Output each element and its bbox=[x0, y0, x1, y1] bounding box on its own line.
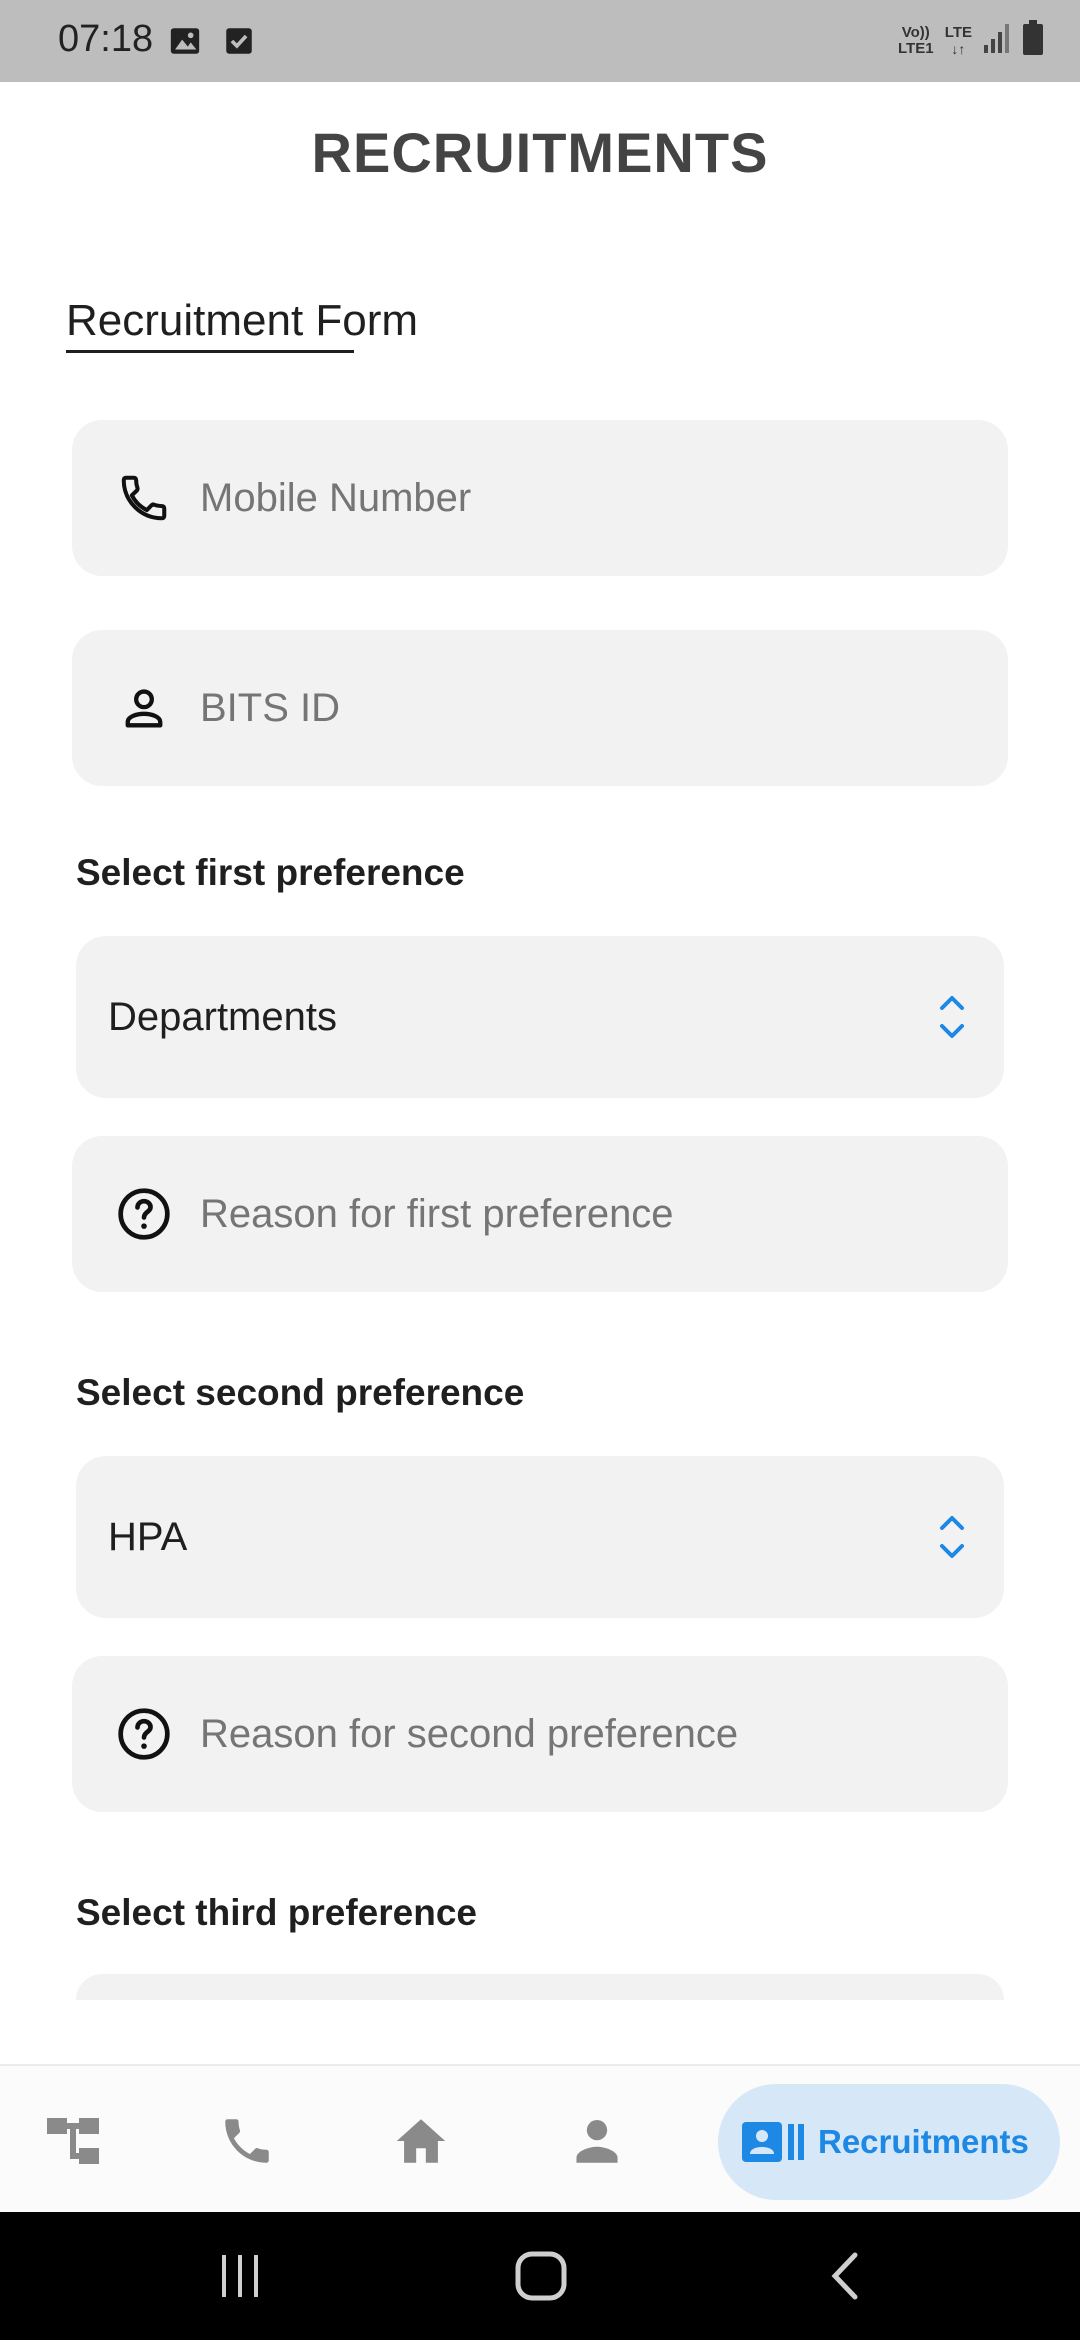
person-icon bbox=[576, 2119, 618, 2163]
contact-card-icon bbox=[742, 2122, 804, 2162]
page-title: RECRUITMENTS bbox=[311, 121, 769, 184]
form-heading: Recruitment Form bbox=[66, 296, 419, 345]
back-icon bbox=[831, 2252, 858, 2300]
second-preference-label: Select second preference bbox=[76, 1372, 525, 1413]
first-preference-label: Select first preference bbox=[76, 852, 465, 893]
nav-profile[interactable] bbox=[562, 2106, 632, 2176]
second-preference-value: HPA bbox=[108, 1515, 188, 1559]
second-reason-input[interactable] bbox=[200, 1656, 978, 1812]
first-preference-value: Departments bbox=[108, 995, 337, 1039]
bits-id-input[interactable] bbox=[200, 630, 978, 786]
help-circle-icon bbox=[114, 1184, 174, 1244]
second-reason-field[interactable] bbox=[72, 1656, 1008, 1812]
person-icon bbox=[114, 678, 174, 738]
home-icon bbox=[396, 2119, 446, 2163]
battery-icon bbox=[1022, 20, 1044, 61]
help-circle-icon bbox=[114, 1704, 174, 1764]
status-notification-icons bbox=[168, 24, 256, 63]
status-time: 07:18 bbox=[58, 18, 154, 60]
home-icon bbox=[515, 2251, 567, 2301]
recents-icon bbox=[222, 2255, 258, 2297]
image-icon bbox=[168, 24, 202, 63]
first-preference-select[interactable]: Departments bbox=[76, 936, 1004, 1098]
bottom-navigation: Recruitments bbox=[0, 2064, 1080, 2212]
chevron-up-down-icon bbox=[940, 996, 964, 1038]
lte-label: LTE ↓↑ bbox=[944, 23, 972, 57]
checkbox-icon bbox=[222, 24, 256, 63]
third-preference-select[interactable] bbox=[76, 1974, 1004, 2000]
phone-icon bbox=[225, 2119, 269, 2163]
nav-contact[interactable] bbox=[212, 2106, 282, 2176]
bits-id-field[interactable] bbox=[72, 630, 1008, 786]
first-reason-input[interactable] bbox=[200, 1136, 978, 1292]
recents-button[interactable] bbox=[212, 2248, 268, 2304]
chevron-up-down-icon bbox=[940, 1516, 964, 1558]
form-heading-underline bbox=[66, 350, 354, 353]
hierarchy-icon bbox=[47, 2118, 99, 2164]
nav-hierarchy[interactable] bbox=[38, 2106, 108, 2176]
mobile-number-input[interactable] bbox=[200, 420, 978, 576]
mobile-number-field[interactable] bbox=[72, 420, 1008, 576]
phone-icon bbox=[114, 468, 174, 528]
status-bar: 07:18 Vo)) LTE1 LTE ↓↑ bbox=[0, 0, 1080, 82]
back-button[interactable] bbox=[820, 2248, 868, 2304]
second-preference-select[interactable]: HPA bbox=[76, 1456, 1004, 1618]
system-navigation-bar bbox=[0, 2212, 1080, 2340]
third-preference-label: Select third preference bbox=[76, 1892, 477, 1933]
signal-icon bbox=[982, 21, 1012, 60]
nav-recruitments[interactable]: Recruitments bbox=[718, 2084, 1060, 2200]
first-reason-field[interactable] bbox=[72, 1136, 1008, 1292]
volte-label: Vo)) LTE1 bbox=[898, 23, 934, 57]
nav-home[interactable] bbox=[386, 2106, 456, 2176]
status-system-icons: Vo)) LTE1 LTE ↓↑ bbox=[897, 20, 1044, 61]
home-button[interactable] bbox=[512, 2248, 570, 2304]
nav-recruitments-label: Recruitments bbox=[818, 2123, 1029, 2160]
